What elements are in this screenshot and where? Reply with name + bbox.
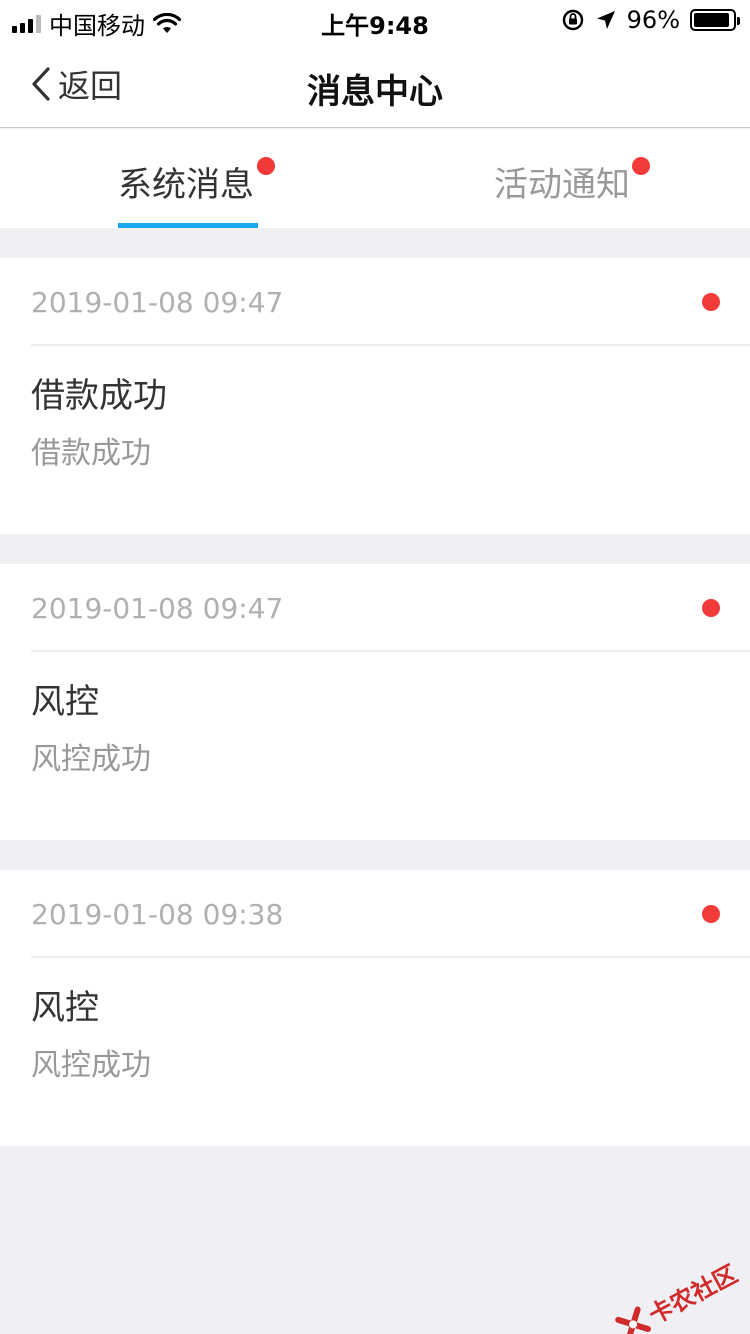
unread-dot	[702, 599, 720, 617]
message-body: 借款成功	[31, 436, 151, 471]
message-body: 风控成功	[31, 1048, 151, 1083]
tab-label: 活动通知	[494, 165, 630, 205]
message-body: 风控成功	[31, 742, 151, 777]
divider	[31, 344, 750, 346]
status-bar: 中国移动 上午9:48 96%	[0, 0, 750, 40]
divider	[31, 956, 750, 958]
message-card[interactable]: 2019-01-08 09:38 风控 风控成功	[0, 870, 750, 1146]
rotation-lock-icon	[562, 9, 583, 31]
message-title: 风控	[31, 682, 99, 722]
active-tab-indicator	[118, 223, 258, 228]
tab-system-messages[interactable]: 系统消息	[118, 129, 278, 228]
message-time: 2019-01-08 09:38	[31, 898, 284, 931]
divider	[31, 650, 750, 652]
message-card[interactable]: 2019-01-08 09:47 风控 风控成功	[0, 564, 750, 840]
tab-label: 系统消息	[118, 165, 254, 205]
message-title: 借款成功	[31, 376, 167, 416]
unread-dot	[632, 157, 650, 175]
battery-percent: 96%	[626, 6, 680, 34]
navigation-bar: 返回 消息中心	[0, 40, 750, 128]
message-time: 2019-01-08 09:47	[31, 286, 284, 319]
page-title: 消息中心	[307, 72, 443, 112]
unread-dot	[702, 905, 720, 923]
message-time: 2019-01-08 09:47	[31, 592, 284, 625]
message-title: 风控	[31, 988, 99, 1028]
message-card[interactable]: 2019-01-08 09:47 借款成功 借款成功	[0, 258, 750, 534]
location-icon	[596, 11, 615, 29]
tab-activity-notices[interactable]: 活动通知	[494, 129, 664, 228]
unread-dot	[702, 293, 720, 311]
status-right: 96%	[561, 6, 740, 34]
watermark-text: 卡农社区	[644, 1259, 743, 1330]
message-list: 2019-01-08 09:47 借款成功 借款成功 2019-01-08 09…	[0, 258, 750, 1176]
tab-bar: 系统消息 活动通知	[0, 129, 750, 228]
watermark: 卡农社区	[611, 1255, 742, 1334]
unread-dot	[257, 157, 275, 175]
battery-icon	[690, 9, 740, 31]
